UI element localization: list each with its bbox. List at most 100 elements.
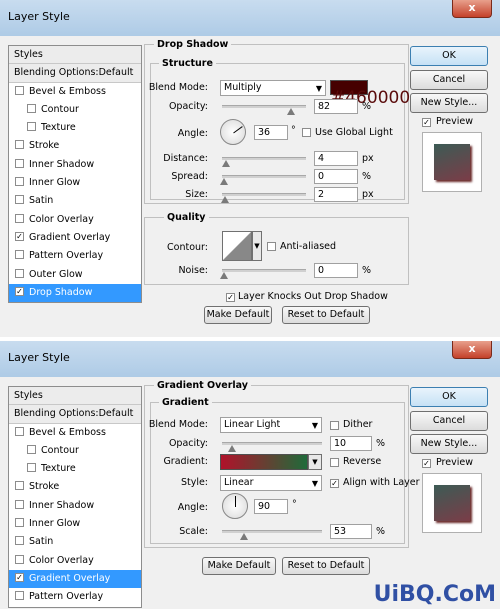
style-item-inner-shadow[interactable]: Inner Shadow [9,497,141,515]
preview-checkbox[interactable]: ✓ [422,118,431,127]
style-checkbox[interactable] [15,268,24,278]
reset-default-button[interactable]: Reset to Default [282,306,370,324]
global-light-checkbox[interactable] [302,128,311,137]
style-item-stroke[interactable]: Stroke [9,137,141,155]
blend-mode-select[interactable]: Multiply ▼ [220,80,326,96]
style-item-color-overlay[interactable]: Color Overlay [9,552,141,570]
style-checkbox[interactable] [15,499,24,509]
angle-field[interactable]: 90 [254,499,288,514]
blending-options-item[interactable]: Blending Options:Default [9,405,141,424]
scale-thumb[interactable] [240,533,248,540]
size-slider[interactable] [221,193,306,203]
style-item-drop-shadow[interactable]: ✓ Drop Shadow [9,283,141,303]
style-item-texture[interactable]: Texture [9,460,141,478]
new-style-button[interactable]: New Style... [410,93,488,113]
opacity-field[interactable]: 10 [330,436,372,451]
reverse-checkbox[interactable] [330,458,339,467]
style-checkbox[interactable] [15,195,24,205]
style-item-contour[interactable]: Contour [9,101,141,119]
close-button[interactable]: x [452,0,492,18]
cancel-button[interactable]: Cancel [410,411,488,431]
style-checkbox[interactable] [27,122,36,132]
angle-field[interactable]: 36 [254,125,288,140]
ok-button[interactable]: OK [410,46,488,66]
angle-dial[interactable] [222,493,248,519]
style-item-bevel-emboss[interactable]: Bevel & Emboss [9,424,141,442]
style-checkbox[interactable] [15,158,24,168]
ok-button[interactable]: OK [410,387,488,407]
style-checkbox[interactable] [15,213,24,223]
opacity-slider[interactable] [222,442,322,452]
contour-picker[interactable] [222,231,252,261]
anti-aliased-checkbox[interactable] [267,242,276,251]
style-select[interactable]: Linear ▼ [220,475,322,491]
style-item-pattern-overlay[interactable]: Pattern Overlay [9,588,141,606]
style-checkbox[interactable] [27,103,36,113]
gradient-dropdown[interactable]: ▼ [308,454,322,470]
style-item-contour[interactable]: Contour [9,442,141,460]
distance-thumb[interactable] [222,160,230,167]
size-field[interactable]: 2 [314,187,358,202]
style-checkbox[interactable] [27,463,36,473]
style-checkbox[interactable]: ✓ [15,286,24,296]
style-item-inner-shadow[interactable]: Inner Shadow [9,156,141,174]
blending-options-item[interactable]: Blending Options:Default [9,64,141,83]
style-item-texture[interactable]: Texture [9,119,141,137]
cancel-button[interactable]: Cancel [410,70,488,90]
close-button[interactable]: x [452,341,492,359]
align-checkbox[interactable]: ✓ [330,479,339,488]
gradient-swatch[interactable] [220,454,308,470]
style-item-satin[interactable]: Satin [9,192,141,210]
contour-dropdown[interactable]: ▼ [252,231,262,261]
style-item-inner-glow[interactable]: Inner Glow [9,515,141,533]
noise-slider[interactable] [220,269,306,279]
style-item-gradient-overlay[interactable]: ✓ Gradient Overlay [9,569,141,589]
style-checkbox[interactable] [15,591,24,601]
new-style-button[interactable]: New Style... [410,434,488,454]
style-checkbox[interactable] [15,481,24,491]
noise-field[interactable]: 0 [314,263,358,278]
style-item-outer-glow[interactable]: Outer Glow [9,266,141,284]
style-checkbox[interactable] [15,518,24,528]
scale-field[interactable]: 53 [330,524,372,539]
style-checkbox[interactable] [15,536,24,546]
angle-dial[interactable] [220,119,246,145]
style-checkbox[interactable]: ✓ [15,231,24,241]
style-item-satin[interactable]: Satin [9,533,141,551]
styles-header[interactable]: Styles [9,387,141,406]
size-thumb[interactable] [221,196,229,203]
spread-field[interactable]: 0 [314,169,358,184]
style-checkbox[interactable] [15,250,24,260]
style-checkbox[interactable] [27,444,36,454]
style-checkbox[interactable] [15,554,24,564]
noise-thumb[interactable] [220,272,228,279]
style-checkbox[interactable] [15,426,24,436]
scale-slider[interactable] [222,530,322,540]
style-checkbox[interactable] [15,85,24,95]
styles-header[interactable]: Styles [9,46,141,65]
style-checkbox[interactable] [15,140,24,150]
distance-slider[interactable] [222,157,306,167]
knockout-checkbox[interactable]: ✓ [226,293,235,302]
spread-slider[interactable] [220,175,306,185]
opacity-slider[interactable] [222,105,306,115]
style-item-bevel-emboss[interactable]: Bevel & Emboss [9,83,141,101]
preview-checkbox[interactable]: ✓ [422,459,431,468]
style-item-stroke[interactable]: Stroke [9,478,141,496]
distance-field[interactable]: 4 [314,151,358,166]
make-default-button[interactable]: Make Default [202,557,276,575]
blend-mode-select[interactable]: Linear Light ▼ [220,417,322,433]
style-item-inner-glow[interactable]: Inner Glow [9,174,141,192]
style-item-color-overlay[interactable]: Color Overlay [9,211,141,229]
spread-thumb[interactable] [220,178,228,185]
make-default-button[interactable]: Make Default [204,306,272,324]
opacity-thumb[interactable] [287,108,295,115]
style-item-pattern-overlay[interactable]: Pattern Overlay [9,247,141,265]
reset-default-button[interactable]: Reset to Default [282,557,370,575]
style-checkbox[interactable] [15,177,24,187]
dither-checkbox[interactable] [330,421,339,430]
opacity-field[interactable]: 82 [314,99,358,114]
style-item-gradient-overlay[interactable]: ✓ Gradient Overlay [9,229,141,247]
opacity-thumb[interactable] [228,445,236,452]
style-checkbox[interactable]: ✓ [15,572,24,582]
